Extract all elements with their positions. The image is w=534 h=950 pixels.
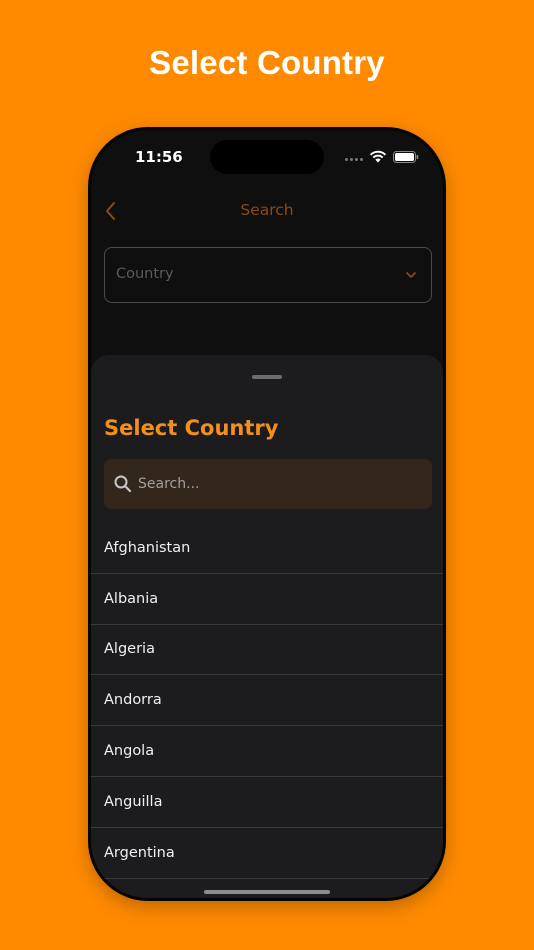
search-input[interactable] (138, 459, 422, 509)
sheet-title: Select Country (104, 416, 279, 440)
cellular-signal-icon (345, 158, 363, 161)
search-box (104, 459, 432, 509)
search-icon (114, 475, 132, 493)
sheet-grabber[interactable] (252, 375, 282, 379)
list-item[interactable]: Andorra (91, 675, 443, 727)
list-item[interactable]: Afghanistan (91, 523, 443, 574)
chevron-down-icon (406, 272, 416, 278)
country-list: Afghanistan Albania Algeria Andorra Ango… (91, 523, 443, 879)
phone-frame: 11:56 Search Country Select Country Sear… (88, 127, 446, 901)
promo-title: Select Country (149, 44, 385, 81)
home-indicator (204, 890, 330, 894)
status-bar: 11:56 (91, 130, 443, 184)
battery-icon (393, 151, 419, 163)
dynamic-island (210, 140, 324, 174)
wifi-icon (369, 150, 387, 163)
country-dropdown-label: Country (116, 266, 174, 282)
country-dropdown[interactable]: Country (104, 247, 432, 303)
list-item[interactable]: Angola (91, 726, 443, 777)
list-item[interactable]: Albania (91, 574, 443, 625)
nav-title: Search (240, 201, 294, 219)
country-picker-sheet: Select Country Afghanistan Albania Alger… (91, 355, 443, 898)
list-item[interactable]: Anguilla (91, 777, 443, 828)
list-item[interactable]: Algeria (91, 625, 443, 676)
nav-bar: Search (91, 184, 443, 234)
status-time: 11:56 (135, 148, 183, 166)
list-item[interactable]: Argentina (91, 828, 443, 879)
phone-screen: 11:56 Search Country Select Country Sear… (91, 130, 443, 898)
